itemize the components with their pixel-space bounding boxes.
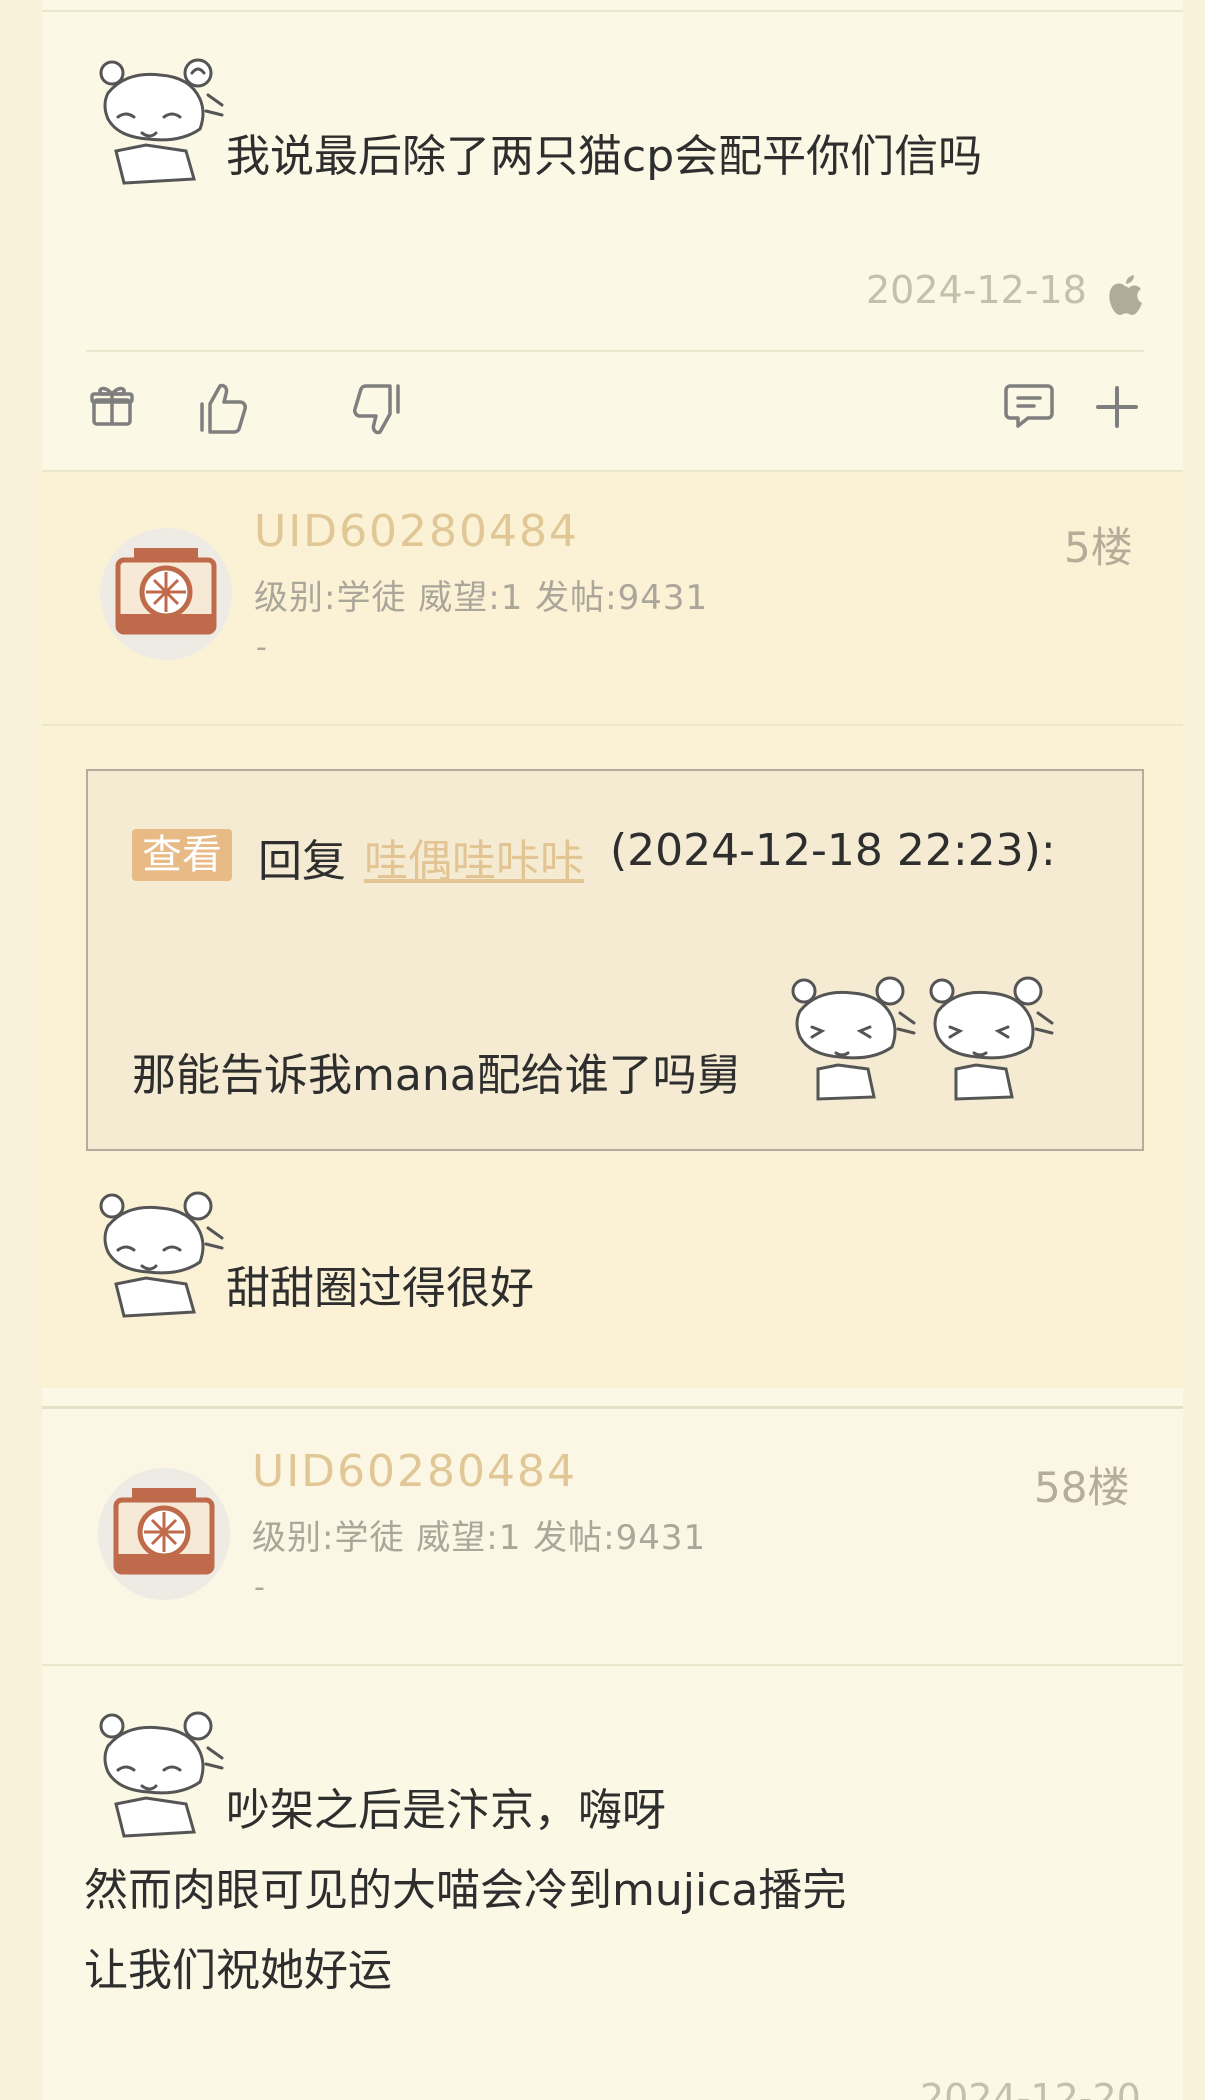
- post-text: 我说最后除了两只猫cp会配平你们信吗: [226, 131, 983, 182]
- divider: [42, 1664, 1183, 1666]
- right-gutter: [1183, 0, 1205, 2100]
- anime-girl-sticker: [99, 1191, 224, 1318]
- anime-girl-sticker: [99, 1711, 224, 1838]
- user-meta: 级别:学徒 威望:1 发帖:9431: [254, 578, 709, 618]
- page: 我说最后除了两只猫cp会配平你们信吗 2024-12-18 UID6028048…: [0, 0, 1205, 2100]
- divider: [86, 350, 1144, 352]
- reply-date: (2024-12-18 22:23):: [610, 825, 1056, 876]
- reply-text: 甜甜圈过得很好: [226, 1263, 534, 1314]
- quote-text: 那能告诉我mana配给谁了吗舅: [132, 1050, 741, 1101]
- post-date: 2024-12-18: [866, 268, 1087, 312]
- thumbs-up-icon[interactable]: [196, 380, 252, 436]
- apple-icon: [1109, 275, 1142, 315]
- post-line-3: 让我们祝她好运: [84, 1945, 392, 1996]
- reply-user-link[interactable]: 哇偶哇咔咔: [364, 825, 584, 889]
- post-date: 2024-12-20: [920, 2076, 1141, 2100]
- left-gutter: [0, 0, 42, 2100]
- plus-icon[interactable]: [1094, 384, 1140, 430]
- user-uid[interactable]: UID60280484: [252, 1446, 577, 1497]
- divider: [42, 10, 1183, 12]
- user-signature: -: [256, 630, 267, 665]
- avatar[interactable]: [100, 528, 232, 660]
- reply-label: 回复: [258, 836, 346, 887]
- view-button[interactable]: 查看: [132, 829, 232, 881]
- anime-girl-sticker: [99, 58, 224, 185]
- divider: [42, 470, 1183, 472]
- avatar-image: [113, 1488, 215, 1575]
- anime-girl-sticker: [791, 976, 916, 1101]
- avatar[interactable]: [98, 1468, 230, 1600]
- post-line-2: 然而肉眼可见的大喵会冷到mujica播完: [84, 1865, 847, 1916]
- divider: [42, 724, 1183, 726]
- post-line-1: 吵架之后是汴京，嗨呀: [226, 1785, 666, 1836]
- comment-icon[interactable]: [1004, 382, 1054, 430]
- divider: [42, 1406, 1183, 1409]
- gift-icon[interactable]: [88, 382, 136, 430]
- floor-number: 5楼: [1064, 523, 1133, 572]
- user-uid[interactable]: UID60280484: [254, 506, 579, 557]
- user-meta: 级别:学徒 威望:1 发帖:9431: [252, 1518, 707, 1558]
- avatar-image: [115, 548, 217, 635]
- user-signature: -: [254, 1570, 265, 1605]
- anime-girl-sticker: [929, 976, 1054, 1101]
- thumbs-down-icon[interactable]: [348, 380, 404, 436]
- floor-number: 58楼: [1034, 1463, 1130, 1512]
- quote-block: 查看 回复 哇偶哇咔咔 (2024-12-18 22:23): 那能告诉我man…: [86, 769, 1144, 1151]
